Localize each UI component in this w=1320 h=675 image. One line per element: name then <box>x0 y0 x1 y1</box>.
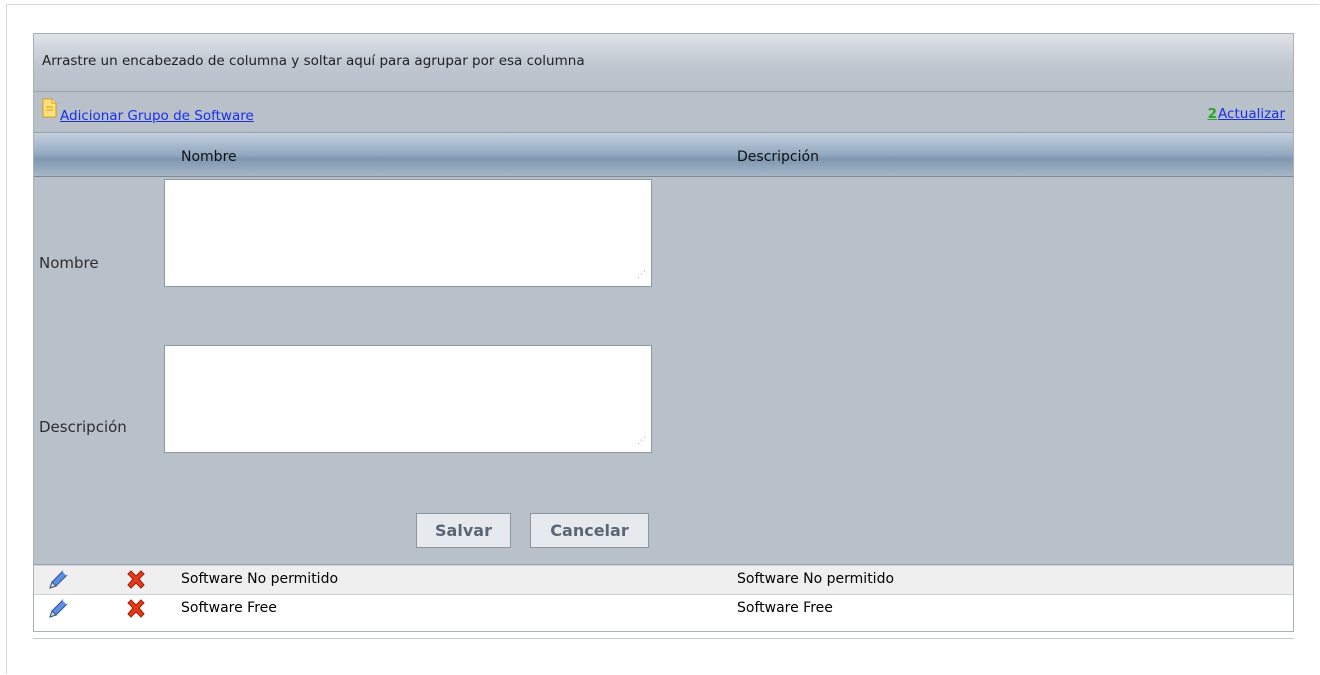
table-row[interactable]: Software Free Software Free <box>34 594 1293 623</box>
new-document-icon <box>42 98 57 118</box>
group-panel-hint: Arrastre un encabezado de columna y solt… <box>42 53 585 69</box>
cell-nombre: Software No permitido <box>181 571 339 587</box>
software-group-grid: Arrastre un encabezado de columna y solt… <box>33 33 1294 632</box>
column-header-row: Nombre Descripción <box>34 133 1293 177</box>
pencil-icon[interactable] <box>46 569 70 591</box>
insert-edit-form: Nombre ⋰ Descripción ⋰ Salvar Cancelar <box>34 177 1293 565</box>
name-textarea[interactable] <box>164 179 652 287</box>
red-x-icon[interactable] <box>124 598 148 620</box>
group-by-panel[interactable]: Arrastre un encabezado de columna y solt… <box>34 34 1293 92</box>
divider <box>33 638 1294 639</box>
resize-grip-icon[interactable]: ⋰ <box>637 437 649 449</box>
grid-footer <box>34 623 1293 631</box>
table-row[interactable]: Software No permitido Software No permit… <box>34 565 1293 594</box>
save-button[interactable]: Salvar <box>416 513 511 548</box>
description-field-label: Descripción <box>39 418 127 436</box>
cell-descripcion: Software No permitido <box>737 571 895 587</box>
column-header-descripcion[interactable]: Descripción <box>737 149 819 165</box>
pencil-icon[interactable] <box>46 598 70 620</box>
cancel-button[interactable]: Cancelar <box>530 513 649 548</box>
resize-grip-icon[interactable]: ⋰ <box>637 271 649 283</box>
command-bar: Adicionar Grupo de Software 2Actualizar <box>34 92 1293 133</box>
refresh-icon: 2 <box>1207 106 1218 122</box>
name-field-label: Nombre <box>39 254 99 272</box>
cell-nombre: Software Free <box>181 600 277 616</box>
red-x-icon[interactable] <box>124 569 148 591</box>
add-software-group-link[interactable]: Adicionar Grupo de Software <box>41 98 254 124</box>
description-textarea[interactable] <box>164 345 652 453</box>
add-software-group-label: Adicionar Grupo de Software <box>60 108 254 124</box>
refresh-label: Actualizar <box>1218 106 1285 122</box>
column-header-nombre[interactable]: Nombre <box>181 149 237 165</box>
refresh-link[interactable]: 2Actualizar <box>1208 106 1285 122</box>
cell-descripcion: Software Free <box>737 600 833 616</box>
